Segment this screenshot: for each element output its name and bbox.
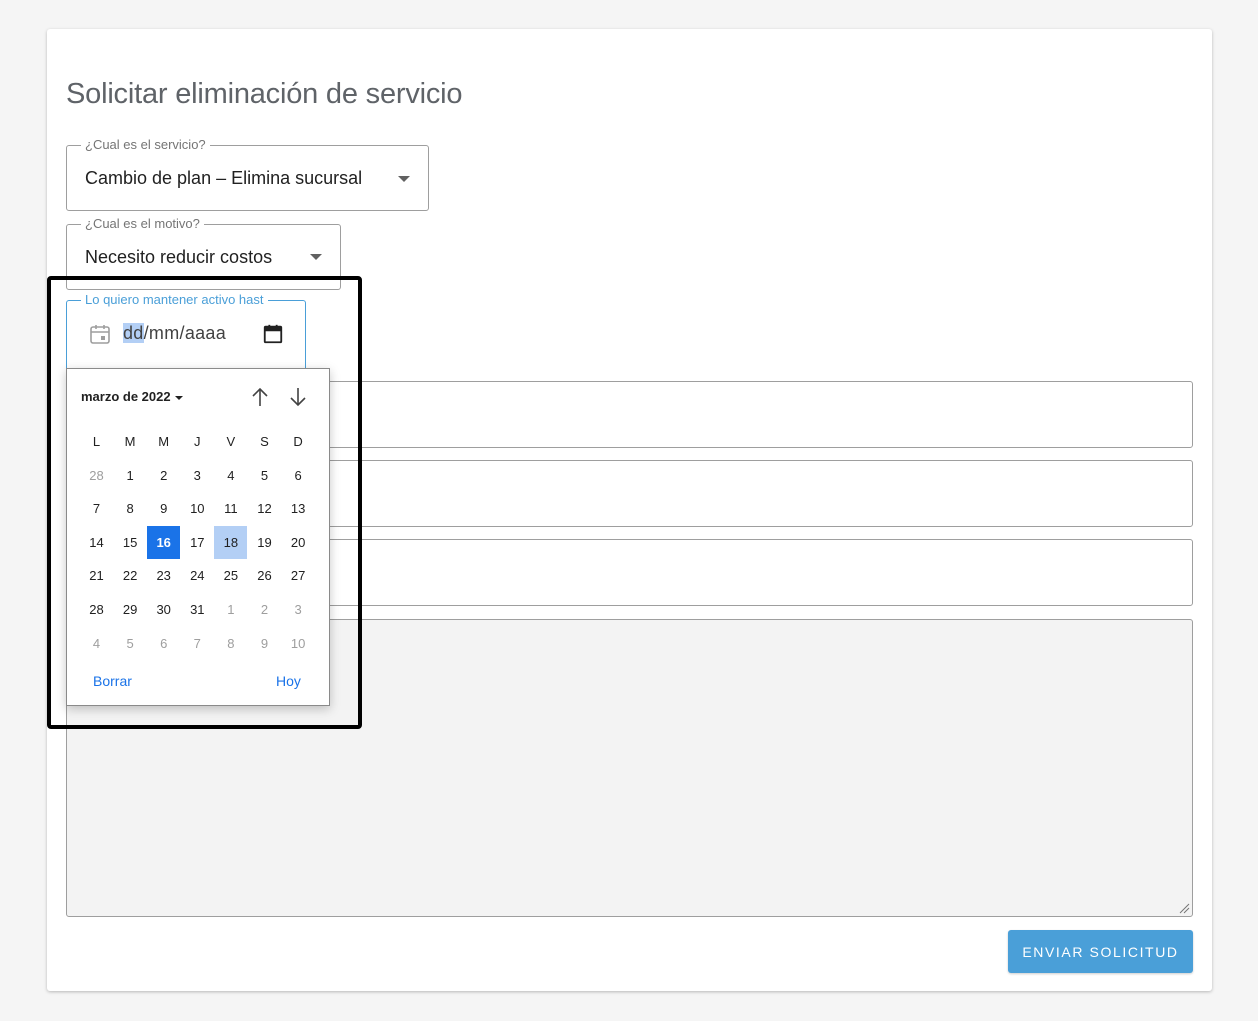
calendar-day-cell[interactable]: 2	[248, 593, 281, 626]
calendar-day-cell[interactable]: 18	[214, 525, 248, 559]
chevron-down-icon	[398, 176, 410, 182]
calendar-day-cell[interactable]: 6	[282, 459, 315, 492]
calendar-day-cell[interactable]: 12	[248, 492, 281, 525]
calendar-day-cell[interactable]: 17	[181, 526, 214, 559]
chevron-down-icon	[310, 254, 322, 260]
month-year-selector[interactable]: marzo de 2022	[81, 389, 183, 404]
date-day-segment[interactable]: dd	[123, 323, 144, 343]
reason-select[interactable]: ¿Cual es el motivo? Necesito reducir cos…	[66, 216, 341, 290]
clear-date-button[interactable]: Borrar	[93, 673, 132, 689]
calendar-day-cell[interactable]: 3	[282, 593, 315, 626]
weekday-header: M	[158, 434, 170, 449]
calendar-day-cell[interactable]: 6	[147, 627, 180, 660]
calendar-day-cell[interactable]: 7	[181, 627, 214, 660]
next-month-arrow-icon[interactable]	[286, 385, 310, 409]
weekday-header: V	[226, 434, 236, 449]
calendar-day-cell[interactable]: 9	[147, 492, 180, 525]
calendar-day-cell[interactable]: 25	[214, 559, 247, 592]
weekday-header: S	[260, 434, 269, 449]
date-rest-segments[interactable]: /mm/aaaa	[144, 323, 226, 343]
service-select-label: ¿Cual es el servicio?	[81, 137, 210, 153]
month-year-label: marzo de 2022	[81, 389, 171, 404]
calendar-day-cell[interactable]: 15	[114, 526, 147, 559]
service-select-value: Cambio de plan – Elimina sucursal	[85, 168, 363, 188]
calendar-day-cell[interactable]: 3	[181, 459, 214, 492]
calendar-day-cell[interactable]: 1	[214, 593, 247, 626]
date-input-text[interactable]: dd/mm/aaaa	[123, 323, 233, 344]
date-input-field[interactable]: Lo quiero mantener activo hast dd/mm/aaa…	[66, 292, 306, 368]
calendar-day-cell[interactable]: 23	[147, 559, 180, 592]
calendar-day-cell[interactable]: 13	[282, 492, 315, 525]
calendar-day-cell[interactable]: 8	[114, 492, 147, 525]
calendar-day-cell[interactable]: 7	[80, 492, 113, 525]
calendar-day-cell[interactable]: 16	[147, 525, 181, 559]
calendar-day-cell[interactable]: 11	[214, 492, 247, 525]
calendar-day-cell[interactable]: 24	[181, 559, 214, 592]
calendar-day-cell[interactable]: 9	[248, 627, 281, 660]
resize-handle-icon[interactable]	[1178, 902, 1190, 914]
calendar-day-cell[interactable]: 14	[80, 526, 113, 559]
calendar-day-cell[interactable]: 4	[80, 627, 113, 660]
calendar-day-cell[interactable]: 28	[80, 593, 113, 626]
calendar-day-cell[interactable]: 27	[282, 559, 315, 592]
datepicker-popup: marzo de 2022 L M M J V S D 28 1 2 3 4 5 6 7 8 9 10 11 12 13…	[66, 368, 330, 706]
calendar-day-cell[interactable]: 5	[114, 627, 147, 660]
calendar-day-cell[interactable]: 10	[282, 627, 315, 660]
calendar-day-cell[interactable]: 4	[214, 459, 247, 492]
calendar-day-cell[interactable]: 2	[147, 459, 180, 492]
calendar-day-cell[interactable]: 28	[80, 459, 113, 492]
weekday-header: J	[194, 434, 201, 449]
calendar-day-cell[interactable]: 10	[181, 492, 214, 525]
reason-select-label: ¿Cual es el motivo?	[81, 216, 204, 232]
service-select[interactable]: ¿Cual es el servicio? Cambio de plan – E…	[66, 137, 429, 211]
page-title: Solicitar eliminación de servicio	[66, 78, 463, 110]
calendar-day-cell[interactable]: 30	[147, 593, 180, 626]
calendar-day-cell[interactable]: 22	[114, 559, 147, 592]
calendar-day-cell[interactable]: 1	[114, 459, 147, 492]
submit-request-button[interactable]: ENVIAR SOLICITUD	[1008, 930, 1193, 973]
date-field-label: Lo quiero mantener activo hast	[81, 292, 268, 308]
weekday-header: M	[124, 434, 136, 449]
calendar-day-cell[interactable]: 29	[114, 593, 147, 626]
today-button[interactable]: Hoy	[276, 673, 301, 689]
calendar-day-cell[interactable]: 21	[80, 559, 113, 592]
calendar-day-cell[interactable]: 8	[214, 627, 247, 660]
calendar-day-cell[interactable]: 19	[248, 526, 281, 559]
weekday-header: D	[293, 434, 303, 449]
weekday-header: L	[92, 434, 101, 449]
caret-down-icon	[174, 395, 183, 400]
reason-select-value: Necesito reducir costos	[85, 247, 273, 267]
calendar-day-cell[interactable]: 31	[181, 593, 214, 626]
calendar-picker-icon[interactable]	[262, 323, 284, 345]
calendar-outline-icon	[90, 325, 110, 344]
previous-month-arrow-icon[interactable]	[248, 385, 272, 409]
calendar-day-cell[interactable]: 26	[248, 559, 281, 592]
calendar-day-cell[interactable]: 20	[282, 526, 315, 559]
calendar-day-cell[interactable]: 5	[248, 459, 281, 492]
